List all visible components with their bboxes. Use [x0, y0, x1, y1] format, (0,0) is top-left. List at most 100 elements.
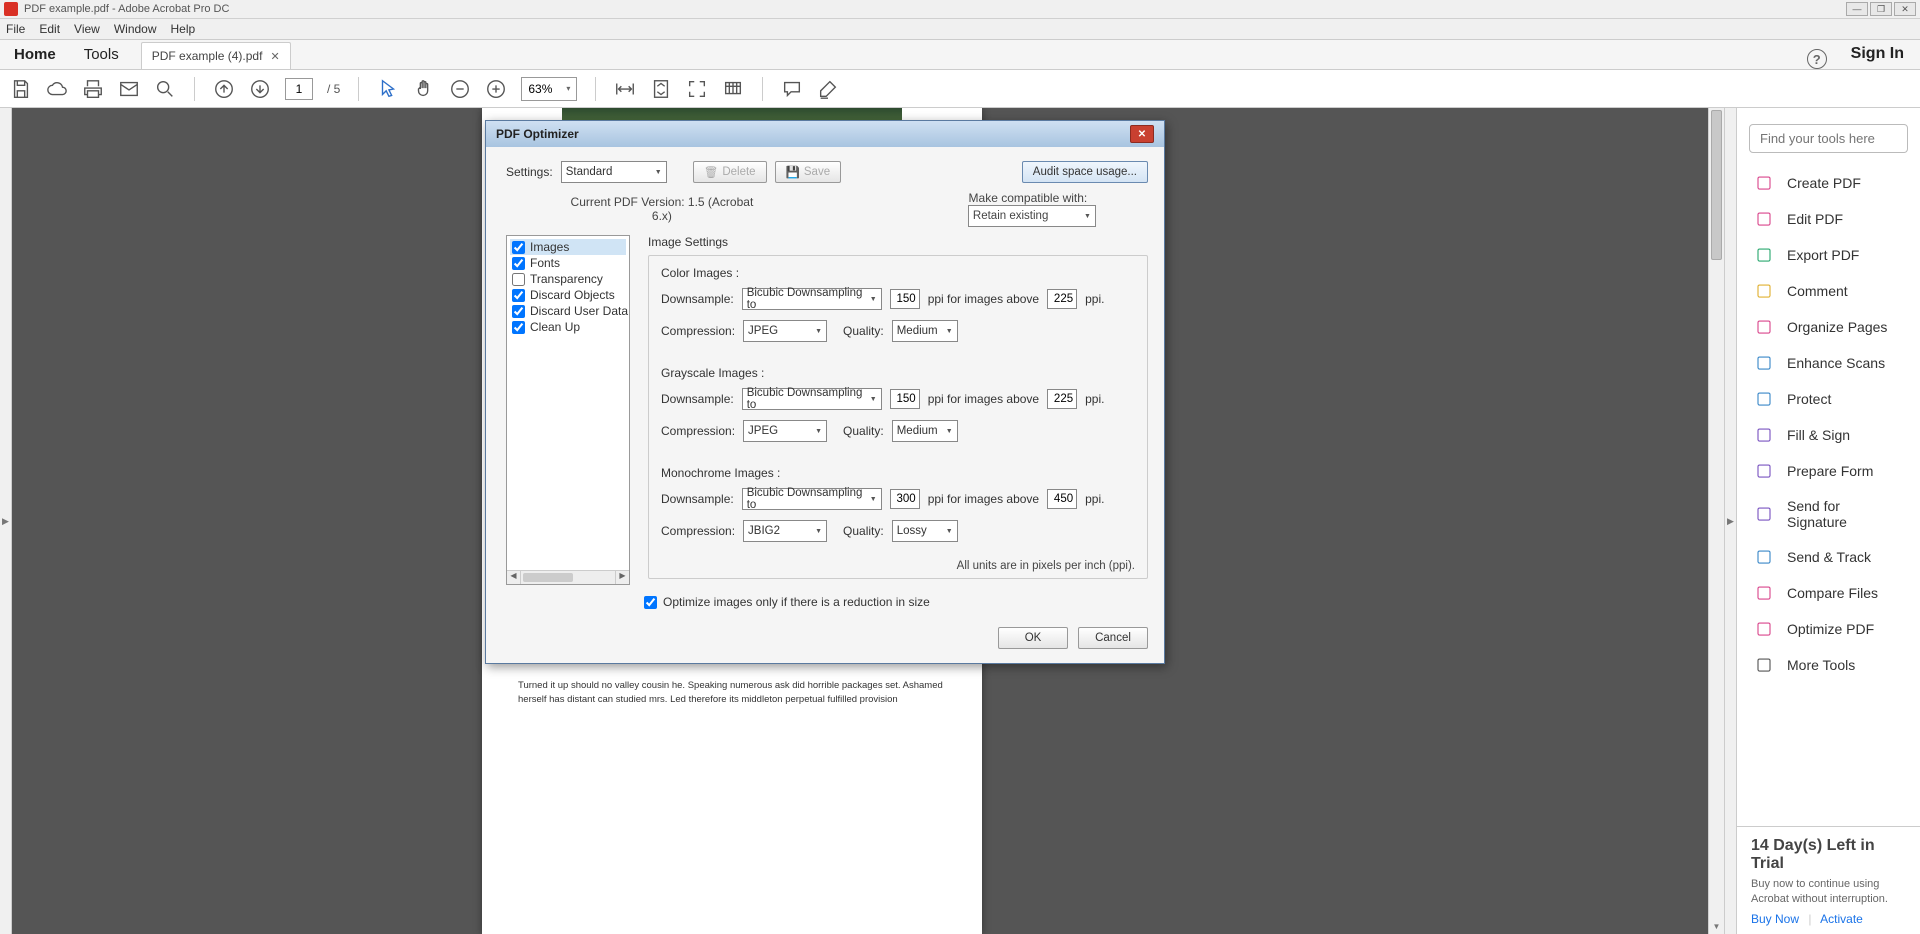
settings-dropdown[interactable]: Standard — [561, 161, 667, 183]
tool-prepare-form[interactable]: Prepare Form — [1737, 453, 1920, 489]
category-checkbox[interactable] — [512, 289, 525, 302]
tool-compare-files[interactable]: Compare Files — [1737, 575, 1920, 611]
comment-icon[interactable] — [781, 78, 803, 100]
compat-dropdown[interactable]: Retain existing — [968, 205, 1096, 227]
gray-compression-dropdown[interactable]: JPEG — [743, 420, 827, 442]
separator — [358, 77, 359, 101]
color-above-input[interactable] — [1047, 289, 1077, 309]
category-scrollbar[interactable]: ◀▶ — [507, 570, 629, 584]
menu-file[interactable]: File — [6, 22, 25, 36]
tool-edit-pdf[interactable]: Edit PDF — [1737, 201, 1920, 237]
category-images[interactable]: Images — [510, 239, 626, 255]
save-button[interactable]: 💾 Save — [775, 161, 842, 183]
menu-window[interactable]: Window — [114, 22, 157, 36]
page-down-icon[interactable] — [249, 78, 271, 100]
category-checkbox[interactable] — [512, 241, 525, 254]
mono-compression-dropdown[interactable]: JBIG2 — [743, 520, 827, 542]
tool-optimize-pdf[interactable]: Optimize PDF — [1737, 611, 1920, 647]
tool-more-tools[interactable]: More Tools — [1737, 647, 1920, 683]
save-icon[interactable] — [10, 78, 32, 100]
tool-fill-sign[interactable]: Fill & Sign — [1737, 417, 1920, 453]
category-transparency[interactable]: Transparency — [510, 271, 626, 287]
search-icon[interactable] — [154, 78, 176, 100]
mono-downsample-dropdown[interactable]: Bicubic Downsampling to — [742, 488, 882, 510]
highlight-icon[interactable] — [817, 78, 839, 100]
category-discard-objects[interactable]: Discard Objects — [510, 287, 626, 303]
mono-ppi-input[interactable] — [890, 489, 920, 509]
pointer-icon[interactable] — [377, 78, 399, 100]
tab-tools[interactable]: Tools — [70, 40, 133, 69]
color-images-title: Color Images : — [661, 266, 1135, 280]
page-total-label: / 5 — [327, 82, 340, 96]
category-clean-up[interactable]: Clean Up — [510, 319, 626, 335]
category-checkbox[interactable] — [512, 321, 525, 334]
mono-quality-dropdown[interactable]: Lossy — [892, 520, 958, 542]
gray-downsample-dropdown[interactable]: Bicubic Downsampling to — [742, 388, 882, 410]
gray-ppi-input[interactable] — [890, 389, 920, 409]
dialog-body: Settings: Standard 🗑 Delete 💾 Save Audit… — [486, 147, 1164, 663]
category-checkbox[interactable] — [512, 305, 525, 318]
category-checkbox[interactable] — [512, 257, 525, 270]
dialog-titlebar[interactable]: PDF Optimizer ✕ — [486, 121, 1164, 147]
ok-button[interactable]: OK — [998, 627, 1068, 649]
fit-page-icon[interactable] — [650, 78, 672, 100]
gray-above-input[interactable] — [1047, 389, 1077, 409]
tab-close-icon[interactable]: ✕ — [270, 50, 279, 63]
activate-link[interactable]: Activate — [1820, 912, 1863, 926]
close-button[interactable]: ✕ — [1894, 2, 1916, 16]
delete-button[interactable]: 🗑 Delete — [693, 161, 767, 183]
fullscreen-icon[interactable] — [686, 78, 708, 100]
tab-home[interactable]: Home — [0, 40, 70, 69]
help-icon[interactable]: ? — [1807, 49, 1827, 69]
tool-comment[interactable]: Comment — [1737, 273, 1920, 309]
color-downsample-dropdown[interactable]: Bicubic Downsampling to — [742, 288, 882, 310]
audit-space-button[interactable]: Audit space usage... — [1022, 161, 1148, 183]
vertical-scrollbar[interactable]: ▼ — [1708, 108, 1724, 934]
category-checkbox[interactable] — [512, 273, 525, 286]
image-settings-pane: Image Settings Color Images : Downsample… — [648, 235, 1148, 585]
tools-search-input[interactable] — [1749, 124, 1908, 153]
mail-icon[interactable] — [118, 78, 140, 100]
color-ppi-input[interactable] — [890, 289, 920, 309]
fit-width-icon[interactable] — [614, 78, 636, 100]
cancel-button[interactable]: Cancel — [1078, 627, 1148, 649]
tab-document[interactable]: PDF example (4).pdf ✕ — [141, 42, 291, 69]
print-icon[interactable] — [82, 78, 104, 100]
zoom-in-icon[interactable] — [485, 78, 507, 100]
optimize-only-reduction-checkbox[interactable] — [644, 596, 657, 609]
tool-organize-pages[interactable]: Organize Pages — [1737, 309, 1920, 345]
tool-enhance-scans[interactable]: Enhance Scans — [1737, 345, 1920, 381]
page-number-input[interactable] — [285, 78, 313, 100]
tool-create-pdf[interactable]: Create PDF — [1737, 165, 1920, 201]
cloud-icon[interactable] — [46, 78, 68, 100]
buy-now-link[interactable]: Buy Now — [1751, 912, 1799, 926]
app-icon — [4, 2, 18, 16]
read-icon[interactable] — [722, 78, 744, 100]
menu-edit[interactable]: Edit — [39, 22, 60, 36]
menu-help[interactable]: Help — [171, 22, 196, 36]
color-compression-dropdown[interactable]: JPEG — [743, 320, 827, 342]
left-panel-toggle[interactable]: ▶ — [0, 108, 12, 934]
dialog-close-button[interactable]: ✕ — [1130, 125, 1154, 143]
minimize-button[interactable]: — — [1846, 2, 1868, 16]
tool-send-track[interactable]: Send & Track — [1737, 539, 1920, 575]
color-quality-dropdown[interactable]: Medium — [892, 320, 958, 342]
tool-send-for-signature[interactable]: Send for Signature — [1737, 489, 1920, 539]
zoom-out-icon[interactable] — [449, 78, 471, 100]
menu-view[interactable]: View — [74, 22, 100, 36]
mono-above-input[interactable] — [1047, 489, 1077, 509]
scrollbar-thumb[interactable] — [1711, 110, 1722, 260]
gray-quality-dropdown[interactable]: Medium — [892, 420, 958, 442]
right-panel-toggle[interactable]: ▶ — [1724, 108, 1736, 934]
page-up-icon[interactable] — [213, 78, 235, 100]
scroll-down-icon[interactable]: ▼ — [1709, 918, 1724, 934]
tool-export-pdf[interactable]: Export PDF — [1737, 237, 1920, 273]
tool-protect[interactable]: Protect — [1737, 381, 1920, 417]
trial-banner: 14 Day(s) Left in Trial Buy now to conti… — [1737, 826, 1920, 934]
zoom-dropdown[interactable]: 63% — [521, 77, 577, 101]
category-discard-user-data[interactable]: Discard User Data — [510, 303, 626, 319]
hand-icon[interactable] — [413, 78, 435, 100]
category-fonts[interactable]: Fonts — [510, 255, 626, 271]
sign-in-link[interactable]: Sign In — [1835, 39, 1920, 69]
restore-button[interactable]: ❐ — [1870, 2, 1892, 16]
